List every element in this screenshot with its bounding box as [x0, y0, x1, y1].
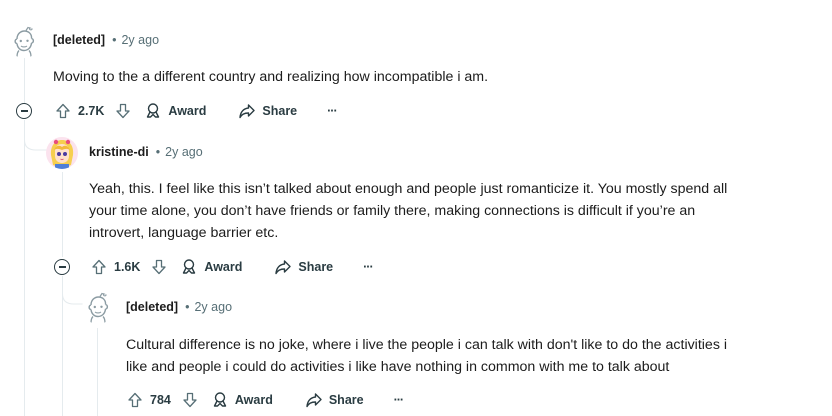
meta-separator: • [112, 33, 117, 47]
meta-separator: • [185, 300, 190, 314]
upvote-icon [128, 392, 142, 408]
downvote-button[interactable] [146, 259, 172, 275]
thread-line [24, 58, 25, 104]
thread-connector [62, 282, 84, 305]
award-button[interactable]: Award [180, 258, 242, 276]
comment-actions: 1.6K Award Share ··· [86, 255, 374, 279]
thread-line [97, 328, 98, 416]
award-button[interactable]: Award [211, 391, 273, 409]
vote-count: 2.7K [78, 104, 105, 118]
award-button[interactable]: Award [144, 102, 206, 120]
share-icon [239, 104, 256, 119]
comment-meta: [deleted] • 2y ago [126, 300, 232, 314]
award-label: Award [234, 393, 273, 407]
meta-separator: • [155, 145, 161, 159]
deleted-user-avatar-icon [8, 26, 40, 58]
collapse-icon[interactable] [16, 103, 32, 119]
share-label: Share [328, 393, 364, 407]
avatar[interactable] [8, 26, 40, 58]
timestamp[interactable]: 2y ago [165, 145, 203, 159]
timestamp[interactable]: 2y ago [121, 33, 159, 47]
timestamp[interactable]: 2y ago [194, 300, 232, 314]
share-button[interactable]: Share [274, 258, 333, 276]
share-button[interactable]: Share [305, 391, 364, 409]
vote-count: 1.6K [114, 260, 141, 274]
avatar[interactable] [82, 292, 114, 324]
comment-body: Yeah, this. I feel like this isn’t talke… [89, 181, 728, 241]
share-icon [306, 393, 322, 408]
downvote-icon [116, 103, 131, 119]
comment-actions: 2.7K Award Share ··· [50, 99, 338, 123]
user-avatar [46, 137, 78, 169]
award-icon [213, 392, 227, 407]
award-icon [147, 103, 160, 118]
share-label: Share [298, 260, 334, 274]
award-label: Award [168, 104, 207, 118]
more-options-button[interactable]: ··· [394, 393, 404, 407]
vote-count: 784 [150, 393, 171, 407]
avatar[interactable] [46, 137, 78, 169]
comment-body: Cultural difference is no joke, where i … [126, 337, 728, 375]
upvote-icon [92, 259, 106, 275]
upvote-button[interactable] [122, 392, 148, 408]
comment-meta: [deleted] • 2y ago [53, 33, 159, 47]
upvote-button[interactable] [86, 259, 112, 275]
collapse-icon[interactable] [54, 259, 70, 275]
award-icon [183, 259, 196, 274]
author-name[interactable]: [deleted] [53, 33, 105, 47]
award-label: Award [204, 260, 243, 274]
comment-meta: kristine-di • 2y ago [89, 145, 203, 159]
thread-line [24, 120, 25, 416]
share-button[interactable]: Share [238, 102, 297, 120]
thread-connector [24, 128, 48, 151]
downvote-button[interactable] [110, 103, 136, 119]
comment-body: Moving to the a different country and re… [53, 69, 489, 85]
more-options-button[interactable]: ··· [327, 104, 337, 118]
comment-actions: 784 Award Share ··· [122, 388, 404, 412]
downvote-icon [183, 392, 197, 408]
deleted-user-avatar-icon [82, 292, 114, 324]
author-name[interactable]: kristine-di [89, 145, 149, 159]
downvote-button[interactable] [177, 392, 203, 408]
downvote-icon [152, 259, 167, 275]
share-icon [275, 260, 292, 275]
author-name[interactable]: [deleted] [126, 300, 178, 314]
more-options-button[interactable]: ··· [363, 260, 373, 274]
upvote-button[interactable] [50, 103, 76, 119]
share-label: Share [262, 104, 298, 118]
thread-line [62, 172, 63, 257]
upvote-icon [56, 103, 70, 119]
